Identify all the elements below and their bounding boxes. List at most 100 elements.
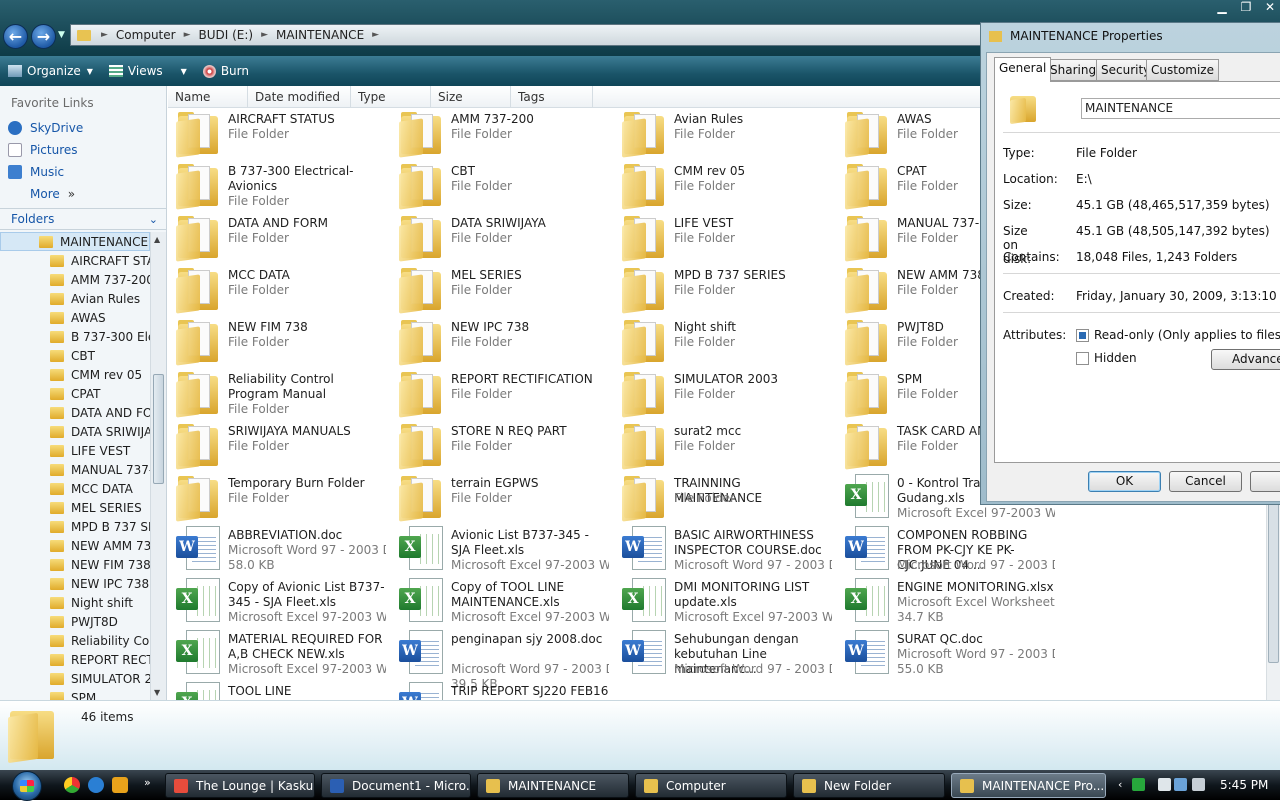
folder-item[interactable]: CMM rev 05 File Folder	[614, 160, 834, 212]
tree-item[interactable]: CMM rev 05	[0, 365, 150, 384]
start-button[interactable]	[6, 771, 50, 801]
folder-item[interactable]: SRIWIJAYA MANUALS File Folder	[168, 420, 388, 472]
folder-item[interactable]: Reliability Control Program Manual File F…	[168, 368, 388, 420]
outlook-icon[interactable]	[112, 777, 128, 793]
tree-item[interactable]: MEL SERIES	[0, 498, 150, 517]
folder-item[interactable]: Night shift File Folder	[614, 316, 834, 368]
file-item[interactable]: X Avionic List B737-345 - SJA Fleet.xls Mi…	[391, 524, 611, 576]
tree-item[interactable]: Night shift	[0, 593, 150, 612]
folder-name-field[interactable]: MAINTENANCE	[1081, 98, 1280, 119]
internet-explorer-icon[interactable]	[88, 777, 104, 793]
folder-item[interactable]: MEL SERIES File Folder	[391, 264, 611, 316]
folders-toggle[interactable]: Folders ⌄	[0, 208, 166, 230]
file-item[interactable]: W TRIP REPORT SJ220 FEB16	[391, 680, 611, 700]
scroll-down-icon[interactable]: ▼	[154, 688, 160, 697]
folder-item[interactable]: TRAINNING MAINTENANCE File Folder	[614, 472, 834, 524]
folder-item[interactable]: surat2 mcc File Folder	[614, 420, 834, 472]
breadcrumb-drive[interactable]: BUDI (E:)	[193, 28, 260, 42]
taskbar-button[interactable]: MAINTENANCE	[477, 773, 629, 798]
views-button[interactable]: Views ▼	[101, 56, 195, 86]
file-item[interactable]: W BASIC AIRWORTHINESS INSPECTOR COURSE.do…	[614, 524, 834, 576]
clock[interactable]: 5:45 PM	[1220, 778, 1268, 792]
folder-item[interactable]: DATA SRIWIJAYA File Folder	[391, 212, 611, 264]
recent-pages-dropdown[interactable]: ▼	[58, 30, 65, 40]
tree-item[interactable]: SIMULATOR 20	[0, 669, 150, 688]
folder-item[interactable]: Avian Rules File Folder	[614, 108, 834, 160]
tree-item[interactable]: MANUAL 737-	[0, 460, 150, 479]
favorite-pictures[interactable]: Pictures	[8, 140, 78, 160]
tab-sharing[interactable]: Sharing	[1045, 59, 1102, 81]
tree-item[interactable]: NEW FIM 738	[0, 555, 150, 574]
file-item[interactable]: W COMPONEN ROBBING FROM PK-CJY KE PK-CJC.…	[837, 524, 1057, 576]
tree-item[interactable]: NEW IPC 738	[0, 574, 150, 593]
tree-item[interactable]: AMM 737-200	[0, 270, 150, 289]
advanced-button[interactable]: Advanced...	[1211, 349, 1280, 370]
show-hidden-icons-icon[interactable]: ‹	[1118, 778, 1122, 791]
folder-item[interactable]: REPORT RECTIFICATION File Folder	[391, 368, 611, 420]
tree-item[interactable]: AIRCRAFT STA	[0, 251, 150, 270]
folder-item[interactable]: terrain EGPWS File Folder	[391, 472, 611, 524]
column-type[interactable]: Type	[351, 86, 431, 108]
tree-item[interactable]: LIFE VEST	[0, 441, 150, 460]
network-icon[interactable]	[1174, 778, 1187, 791]
file-item[interactable]: X MATERIAL REQUIRED FOR A,B CHECK NEW.xls…	[168, 628, 388, 680]
tree-item[interactable]: CBT	[0, 346, 150, 365]
taskbar-button[interactable]: MAINTENANCE Pro...	[951, 773, 1106, 798]
folder-item[interactable]: AIRCRAFT STATUS File Folder	[168, 108, 388, 160]
file-item[interactable]: X Copy of Avionic List B737-345 - SJA Fle…	[168, 576, 388, 628]
back-button[interactable]: ←	[3, 24, 28, 49]
favorite-more[interactable]: More »	[30, 184, 75, 204]
tree-item[interactable]: CPAT	[0, 384, 150, 403]
folder-item[interactable]: MCC DATA File Folder	[168, 264, 388, 316]
tab-general[interactable]: General	[994, 57, 1052, 82]
tree-item[interactable]: REPORT RECTI	[0, 650, 150, 669]
tree-item[interactable]: DATA AND FO	[0, 403, 150, 422]
close-button[interactable]: ✕	[1260, 0, 1280, 15]
column-size[interactable]: Size	[431, 86, 511, 108]
folder-item[interactable]: LIFE VEST File Folder	[614, 212, 834, 264]
tree-item[interactable]: Reliability Con	[0, 631, 150, 650]
taskbar-button[interactable]: Computer	[635, 773, 787, 798]
safely-remove-icon[interactable]	[1158, 778, 1171, 791]
apply-button[interactable]	[1250, 471, 1280, 492]
burn-button[interactable]: Burn	[195, 56, 257, 86]
tree-item[interactable]: Avian Rules	[0, 289, 150, 308]
cancel-button[interactable]: Cancel	[1169, 471, 1242, 492]
folder-item[interactable]: NEW IPC 738 File Folder	[391, 316, 611, 368]
hidden-checkbox[interactable]	[1076, 352, 1089, 365]
quick-launch-more-icon[interactable]: »	[144, 776, 151, 789]
check-icon[interactable]	[1132, 778, 1145, 791]
tree-item[interactable]: NEW AMM 738	[0, 536, 150, 555]
folder-item[interactable]: CBT File Folder	[391, 160, 611, 212]
column-date-modified[interactable]: Date modified	[248, 86, 351, 108]
folder-item[interactable]: SIMULATOR 2003 File Folder	[614, 368, 834, 420]
folder-item[interactable]: B 737-300 Electrical-Avionics File Folder	[168, 160, 388, 212]
folder-item[interactable]: Temporary Burn Folder File Folder	[168, 472, 388, 524]
forward-button[interactable]: →	[31, 24, 56, 49]
tree-item[interactable]: MPD B 737 SEF	[0, 517, 150, 536]
tab-customize[interactable]: Customize	[1146, 59, 1219, 81]
chrome-icon[interactable]	[64, 777, 80, 793]
readonly-checkbox[interactable]	[1076, 329, 1089, 342]
tree-item[interactable]: PWJT8D	[0, 612, 150, 631]
column-name[interactable]: Name	[168, 86, 248, 108]
file-item[interactable]: X ENGINE MONITORING.xlsx Microsoft Excel W…	[837, 576, 1057, 628]
taskbar-button[interactable]: Document1 - Micro...	[321, 773, 471, 798]
taskbar-button[interactable]: The Lounge | Kasku...	[165, 773, 315, 798]
column-tags[interactable]: Tags	[511, 86, 593, 108]
file-item[interactable]: X DMI MONITORING LIST update.xls Microsoft…	[614, 576, 834, 628]
address-bar[interactable]: ► Computer ► BUDI (E:) ► MAINTENANCE ►	[70, 24, 1050, 46]
folder-item[interactable]: AMM 737-200 File Folder	[391, 108, 611, 160]
file-item[interactable]: W Sehubungan dengan kebutuhan Line mainte…	[614, 628, 834, 680]
ok-button[interactable]: OK	[1088, 471, 1161, 492]
breadcrumb-computer[interactable]: Computer	[110, 28, 182, 42]
tree-item[interactable]: MAINTENANCE	[0, 232, 150, 251]
file-item[interactable]: X TOOL LINE	[168, 680, 388, 700]
tree-item[interactable]: DATA SRIWIJA	[0, 422, 150, 441]
scroll-thumb[interactable]	[153, 374, 164, 484]
folder-item[interactable]: DATA AND FORM File Folder	[168, 212, 388, 264]
maximize-button[interactable]: ❐	[1236, 0, 1256, 15]
favorite-skydrive[interactable]: SkyDrive	[8, 118, 83, 138]
tree-item[interactable]: MCC DATA	[0, 479, 150, 498]
favorite-music[interactable]: Music	[8, 162, 64, 182]
